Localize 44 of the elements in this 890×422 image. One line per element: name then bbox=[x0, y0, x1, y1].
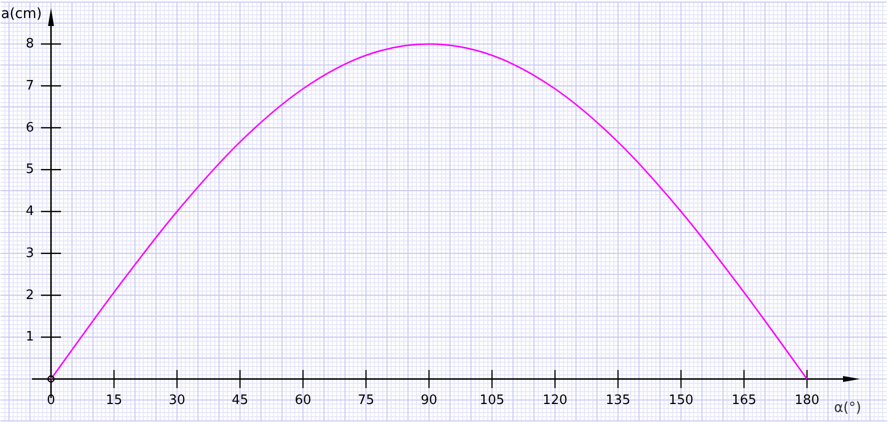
tick-label: 8 bbox=[26, 36, 34, 52]
tick-mark bbox=[41, 43, 61, 45]
tick-mark bbox=[680, 370, 682, 388]
tick-label: 45 bbox=[232, 393, 248, 408]
tick-mark bbox=[41, 294, 61, 296]
tick-label: 105 bbox=[480, 393, 504, 408]
tick-label: 75 bbox=[358, 393, 374, 408]
tick-label: 6 bbox=[26, 120, 34, 136]
tick-label: 7 bbox=[26, 78, 34, 94]
tick-label: 180 bbox=[794, 393, 820, 408]
tick-mark bbox=[302, 370, 304, 388]
tick-mark bbox=[491, 370, 493, 388]
tick-label: 60 bbox=[294, 393, 312, 408]
y-axis-label: a(cm) bbox=[1, 6, 42, 22]
tick-mark bbox=[113, 370, 115, 388]
tick-label: 4 bbox=[26, 204, 34, 219]
tick-mark bbox=[176, 370, 178, 388]
tick-mark bbox=[41, 169, 61, 170]
tick-label: 90 bbox=[420, 393, 438, 408]
tick-label: 2 bbox=[26, 288, 34, 303]
tick-mark bbox=[554, 370, 556, 388]
origin-point bbox=[47, 375, 55, 383]
tick-label: 135 bbox=[606, 393, 630, 408]
x-axis-label: α(°) bbox=[834, 400, 862, 416]
tick-label: 150 bbox=[668, 393, 694, 408]
tick-label: 165 bbox=[732, 393, 756, 408]
tick-mark bbox=[41, 127, 61, 128]
tick-mark bbox=[239, 370, 241, 388]
tick-mark bbox=[41, 336, 61, 338]
tick-label: 1 bbox=[26, 330, 34, 345]
tick-mark bbox=[743, 370, 745, 388]
tick-label: 30 bbox=[168, 393, 186, 408]
tick-mark bbox=[428, 370, 430, 388]
tick-mark bbox=[617, 370, 619, 388]
tick-label: 120 bbox=[542, 393, 568, 408]
tick-label: 15 bbox=[106, 393, 122, 408]
tick-mark bbox=[41, 85, 61, 86]
tick-mark bbox=[806, 370, 808, 388]
tick-mark bbox=[41, 252, 61, 254]
tick-label: 0 bbox=[46, 393, 56, 408]
tick-mark bbox=[41, 210, 61, 212]
tick-label: 5 bbox=[26, 162, 34, 178]
tick-mark bbox=[365, 370, 367, 388]
tick-label: 3 bbox=[26, 246, 34, 261]
